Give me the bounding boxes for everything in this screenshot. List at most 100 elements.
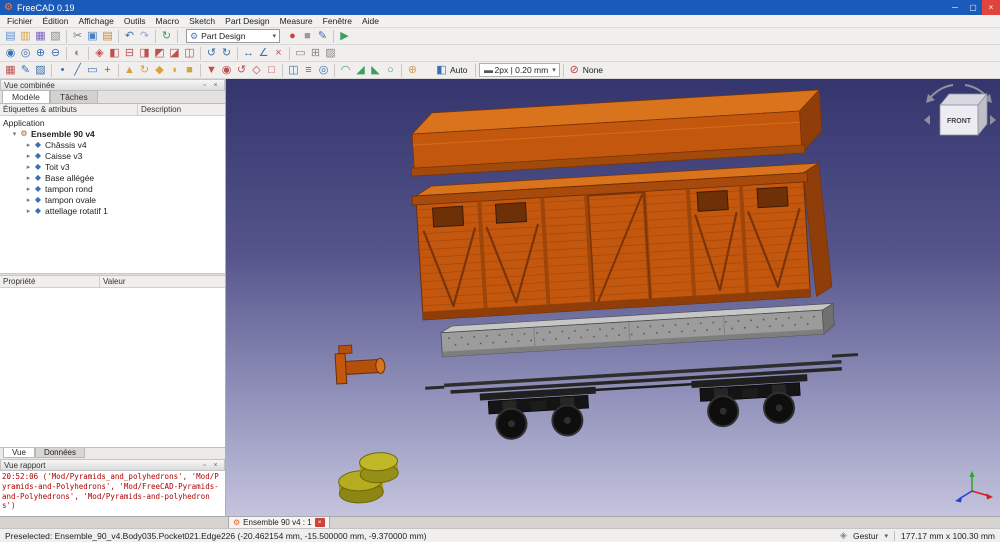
auto-workplane-icon[interactable]: ◧: [434, 63, 449, 78]
draw-style-icon[interactable]: ◐: [70, 46, 85, 61]
map-sketch-icon[interactable]: ▨: [33, 63, 48, 78]
measure-angle-icon[interactable]: ∠: [256, 46, 271, 61]
pad-icon[interactable]: ▲: [122, 63, 137, 78]
no-snap-icon[interactable]: ⊘: [567, 63, 582, 78]
buffer-part[interactable]: [335, 343, 386, 384]
navigation-style-select[interactable]: Gestur: [853, 531, 879, 541]
rotate-left-icon[interactable]: ↺: [204, 46, 219, 61]
view-right-icon[interactable]: ◨: [137, 46, 152, 61]
workbench-selector[interactable]: ⚙ Part Design ▾: [186, 29, 280, 43]
macro-execute-icon[interactable]: ▶: [337, 29, 352, 44]
texture-icon[interactable]: ▨: [323, 46, 338, 61]
expander-icon[interactable]: ▸: [24, 141, 33, 149]
view-bottom-icon[interactable]: ◪: [167, 46, 182, 61]
tree-item-tampon-ovale[interactable]: ▸◆tampon ovale: [0, 194, 225, 205]
clipping-plane-icon[interactable]: ▭: [293, 46, 308, 61]
column-property[interactable]: Propriété: [0, 276, 100, 287]
menu-item-edition[interactable]: Édition: [38, 15, 74, 27]
column-description[interactable]: Description: [138, 104, 225, 115]
tree-item-application[interactable]: Application: [0, 117, 225, 128]
tab-vue[interactable]: Vue: [3, 448, 35, 458]
viewport-3d-canvas[interactable]: FRONT: [226, 79, 1000, 516]
menu-item-fenetre[interactable]: Fenêtre: [318, 15, 357, 27]
menu-item-sketch[interactable]: Sketch: [184, 15, 220, 27]
wagon-underframe-part[interactable]: [425, 353, 862, 444]
local-coordinate-system-icon[interactable]: +: [100, 63, 115, 78]
refresh-icon[interactable]: ↻: [159, 29, 174, 44]
paste-icon[interactable]: ▤: [100, 29, 115, 44]
datum-line-icon[interactable]: ╱: [70, 63, 85, 78]
maximize-button[interactable]: ▢: [964, 0, 982, 15]
measure-distance-icon[interactable]: ↔: [241, 46, 256, 61]
navigation-cube[interactable]: FRONT: [924, 85, 996, 135]
redo-icon[interactable]: ↷: [137, 29, 152, 44]
polar-pattern-icon[interactable]: ◎: [316, 63, 331, 78]
tab-taches[interactable]: Tâches: [50, 90, 98, 103]
macro-stop-icon[interactable]: ■: [300, 29, 315, 44]
tab-donnees[interactable]: Données: [35, 448, 85, 458]
datum-plane-icon[interactable]: ▭: [85, 63, 100, 78]
file-open-icon[interactable]: ▥: [18, 29, 33, 44]
line-width-select[interactable]: ▬ 2px | 0.20 mm ▾: [479, 63, 560, 77]
groove-icon[interactable]: ↺: [234, 63, 249, 78]
fit-selection-icon[interactable]: ◎: [18, 46, 33, 61]
view-top-icon[interactable]: ⊟: [122, 46, 137, 61]
additive-primitive-icon[interactable]: ■: [182, 63, 197, 78]
float-panel-icon[interactable]: ▫: [199, 462, 210, 469]
pocket-icon[interactable]: ▼: [204, 63, 219, 78]
view-isometric-icon[interactable]: ◈: [92, 46, 107, 61]
chamfer-icon[interactable]: ◢: [353, 63, 368, 78]
menu-item-part-design[interactable]: Part Design: [220, 15, 274, 27]
menu-item-aide[interactable]: Aide: [357, 15, 384, 27]
boolean-operation-icon[interactable]: ⊕: [405, 63, 420, 78]
tree-item-caisse-v3[interactable]: ▸◆Caisse v3: [0, 150, 225, 161]
expander-icon[interactable]: ▸: [24, 185, 33, 193]
rotate-right-icon[interactable]: ↻: [219, 46, 234, 61]
expander-icon[interactable]: ▸: [24, 152, 33, 160]
edit-sketch-icon[interactable]: ✎: [18, 63, 33, 78]
tab-modele[interactable]: Modèle: [2, 90, 50, 103]
zoom-in-icon[interactable]: ⊕: [33, 46, 48, 61]
float-panel-icon[interactable]: ▫: [199, 82, 210, 89]
view-rear-icon[interactable]: ◩: [152, 46, 167, 61]
auto-label[interactable]: Auto: [450, 65, 468, 75]
expander-icon[interactable]: ▾: [10, 130, 19, 138]
expander-icon[interactable]: ▸: [24, 163, 33, 171]
mirrored-icon[interactable]: ◫: [286, 63, 301, 78]
measure-clear-icon[interactable]: ×: [271, 46, 286, 61]
none-label[interactable]: None: [583, 65, 603, 75]
view-left-icon[interactable]: ◫: [182, 46, 197, 61]
hole-icon[interactable]: ◉: [219, 63, 234, 78]
linear-pattern-icon[interactable]: ≡: [301, 63, 316, 78]
menu-item-fichier[interactable]: Fichier: [2, 15, 38, 27]
tree-item-toit-v3[interactable]: ▸◆Toit v3: [0, 161, 225, 172]
datum-point-icon[interactable]: •: [55, 63, 70, 78]
close-button[interactable]: ×: [982, 0, 1000, 15]
perspective-icon[interactable]: ⊞: [308, 46, 323, 61]
subtractive-primitive-icon[interactable]: □: [264, 63, 279, 78]
zoom-out-icon[interactable]: ⊖: [48, 46, 63, 61]
fillet-icon[interactable]: ◠: [338, 63, 353, 78]
expander-icon[interactable]: ▸: [24, 207, 33, 215]
tree-item-chassis-v4[interactable]: ▸◆Châssis v4: [0, 139, 225, 150]
thickness-icon[interactable]: ○: [383, 63, 398, 78]
wagon-roof-part[interactable]: [408, 90, 823, 176]
column-value[interactable]: Valeur: [100, 276, 225, 287]
minimize-button[interactable]: ─: [946, 0, 964, 15]
additive-pipe-icon[interactable]: ◖: [167, 63, 182, 78]
subtractive-loft-icon[interactable]: ◇: [249, 63, 264, 78]
view-front-icon[interactable]: ◧: [107, 46, 122, 61]
expander-icon[interactable]: ▸: [24, 196, 33, 204]
tree-item-ensemble-90-v4[interactable]: ▾ ⚙ Ensemble 90 v4: [0, 128, 225, 139]
copy-icon[interactable]: ▣: [85, 29, 100, 44]
undo-icon[interactable]: ↶: [122, 29, 137, 44]
3d-viewport[interactable]: FRONT: [226, 79, 1000, 516]
bogie-right[interactable]: [691, 374, 810, 428]
cut-icon[interactable]: ✂: [70, 29, 85, 44]
menu-item-affichage[interactable]: Affichage: [74, 15, 119, 27]
menu-item-macro[interactable]: Macro: [151, 15, 185, 27]
nav-cube-front-label[interactable]: FRONT: [947, 118, 972, 125]
file-save-icon[interactable]: ▦: [33, 29, 48, 44]
draft-icon[interactable]: ◣: [368, 63, 383, 78]
column-labels-attributes[interactable]: Étiquettes & attributs: [0, 104, 138, 115]
